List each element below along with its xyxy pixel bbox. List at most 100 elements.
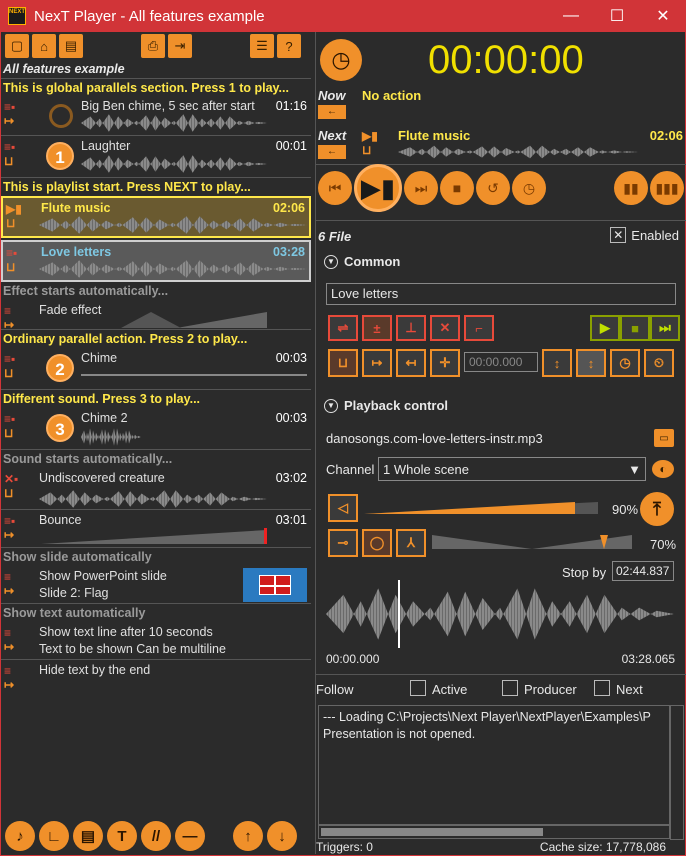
playlist-item-flute[interactable]: ▶▮ ⊔ Flute music 02:06 [1, 196, 311, 238]
playlist-item-creature[interactable]: ✕▪ ⊔ Undiscovered creature 03:02 [1, 468, 311, 510]
move-down-icon[interactable]: ↓ [267, 821, 297, 851]
item-duration: 00:03 [275, 351, 307, 365]
meters-icon[interactable]: ▮▮▮ [650, 171, 684, 205]
next-preview-icon[interactable]: ⏭ [650, 315, 680, 341]
rewind-icon[interactable]: ↺ [476, 171, 510, 205]
menu-icon[interactable]: ☰ [250, 34, 274, 58]
add-text-icon[interactable]: T [107, 821, 137, 851]
start-icon: ⊔ [6, 216, 16, 230]
clock-mode-icon[interactable]: ◷ [320, 39, 362, 81]
levels-icon[interactable]: ▮▮ [614, 171, 648, 205]
channel-select[interactable]: 1 Whole scene ▼ [378, 457, 646, 481]
follow-active-checkbox[interactable] [410, 680, 426, 696]
playlist-item-textline[interactable]: ≡ ↦ Show text line after 10 seconds Text … [1, 622, 311, 660]
trigger-mode-icon[interactable]: ⇌ [328, 315, 358, 341]
playlist-item-chime[interactable]: ≡▪ ⊔ 2 Chime 00:03 [1, 348, 311, 390]
save-icon[interactable]: ▤ [59, 34, 83, 58]
end-mode-icon[interactable]: ⌐ [464, 315, 494, 341]
delay-time-input[interactable]: 00:00.000 [464, 352, 538, 372]
playhead[interactable] [398, 580, 400, 648]
help-icon[interactable]: ? [277, 34, 301, 58]
start-left-icon[interactable]: ↤ [396, 349, 426, 377]
section-start: This is playlist start. Press NEXT to pl… [3, 180, 251, 194]
alarm-icon[interactable]: ⏲ [644, 349, 674, 377]
new-file-icon[interactable]: ▢ [5, 34, 29, 58]
follow-next-checkbox[interactable] [594, 680, 610, 696]
open-folder-icon[interactable]: ⌂ [32, 34, 56, 58]
main-waveform[interactable] [326, 588, 674, 640]
playlist-item-love-letters[interactable]: ≡▪ ⊔ Love letters 03:28 [1, 240, 311, 282]
fade-out-icon[interactable]: ⤒ [640, 492, 674, 526]
item-name: Hide text by the end [39, 663, 151, 677]
scroll-thumb[interactable] [321, 828, 543, 836]
trigger-icon: ≡▪ [4, 140, 16, 154]
next-back-button[interactable]: ← [318, 145, 346, 159]
start-icon: ⊔ [6, 260, 16, 274]
cross-mode-icon[interactable]: ✕ [430, 315, 460, 341]
split-mode-icon[interactable]: ⊥ [396, 315, 426, 341]
log-vertical-scrollbar[interactable] [670, 705, 684, 840]
close-button[interactable]: ✕ [640, 0, 686, 32]
playlist-item-fade[interactable]: ≡ ↦ Fade effect [1, 300, 311, 332]
section-different: Different sound. Press 3 to play... [3, 392, 201, 406]
pan-split-icon[interactable]: ⅄ [396, 529, 426, 557]
clock-icon[interactable]: ◷ [610, 349, 640, 377]
add-slide-icon[interactable]: ▤ [73, 821, 103, 851]
end-time: 03:28.065 [621, 652, 675, 666]
volume-fill [364, 502, 575, 514]
playlist-item-bounce[interactable]: ≡▪ ↦ Bounce 03:01 [1, 510, 311, 548]
minimize-button[interactable]: — [548, 0, 594, 32]
browse-file-icon[interactable]: ▭ [654, 429, 674, 447]
play-preview-icon[interactable]: ▶ [590, 315, 620, 341]
playlist-item-bigben[interactable]: ≡▪ ↦ Big Ben chime, 5 sec after start 01:… [1, 96, 311, 136]
sort-down-icon[interactable]: ↕ [576, 349, 606, 377]
timer-icon[interactable]: ◷ [512, 171, 546, 205]
play-icon[interactable]: ▶▮ [354, 164, 402, 212]
pan-percent: 70% [650, 537, 677, 552]
playlist-item-hidetext[interactable]: ≡ ↦ Hide text by the end [1, 660, 311, 700]
sort-up-icon[interactable]: ↕ [542, 349, 572, 377]
playlist-item-chime2[interactable]: ≡▪ ⊔ 3 Chime 2 00:03 [1, 408, 311, 450]
playlist-item-ppt[interactable]: ≡ ↦ Show PowerPoint slide Slide 2: Flag [1, 566, 311, 604]
common-header[interactable]: ▼ Common [324, 254, 400, 269]
move-up-icon[interactable]: ↑ [233, 821, 263, 851]
now-back-button[interactable]: ← [318, 105, 346, 119]
print-icon[interactable]: ⎙ [141, 34, 165, 58]
channel-settings-icon[interactable]: ◐ [652, 460, 674, 478]
stop-icon[interactable]: ■ [440, 171, 474, 205]
play-next-icon: ▶▮ ⊔ [362, 129, 378, 157]
pan-circle-icon[interactable]: ◯ [362, 529, 392, 557]
parallel-mode-icon[interactable]: ± [362, 315, 392, 341]
stop-preview-icon[interactable]: ■ [620, 315, 650, 341]
title-bar: NEXT NexT Player - All features example … [0, 0, 686, 32]
add-effect-icon[interactable]: ∟ [39, 821, 69, 851]
wait-icon[interactable]: ⊔ [328, 349, 358, 377]
item-name: Love letters [41, 245, 112, 259]
speaker-icon[interactable]: ◁ [328, 494, 358, 522]
next-value: Flute music [398, 128, 471, 143]
start-right-icon[interactable]: ↦ [362, 349, 392, 377]
stop-by-label: Stop by [562, 565, 607, 580]
volume-percent: 90% [612, 502, 639, 517]
hotkey-badge: 2 [46, 354, 74, 382]
start-icon: ↦ [4, 528, 15, 542]
enabled-checkbox[interactable]: ✕ [610, 227, 627, 243]
pan-center-icon[interactable]: ⊸ [328, 529, 358, 557]
start-both-icon[interactable]: ✛ [430, 349, 460, 377]
add-separator-icon[interactable]: — [175, 821, 205, 851]
item-name-field[interactable]: Love letters [326, 283, 676, 305]
maximize-button[interactable]: ☐ [594, 0, 640, 32]
stop-by-input[interactable]: 02:44.837 [612, 561, 674, 581]
previous-icon[interactable]: ⏮ [318, 171, 352, 205]
add-parallel-icon[interactable]: // [141, 821, 171, 851]
playlist-item-laughter[interactable]: ≡▪ ⊔ 1 Laughter 00:01 [1, 136, 311, 178]
follow-producer-checkbox[interactable] [502, 680, 518, 696]
item-name: Undiscovered creature [39, 471, 165, 485]
next-icon[interactable]: ⏭ [404, 171, 438, 205]
export-icon[interactable]: ⇥ [168, 34, 192, 58]
log-horizontal-scrollbar[interactable] [318, 825, 670, 839]
add-sound-icon[interactable]: ♪ [5, 821, 35, 851]
log-output[interactable]: --- Loading C:\Projects\Next Player\Next… [318, 705, 670, 825]
item-duration: 00:03 [275, 411, 307, 425]
playback-header[interactable]: ▼ Playback control [324, 398, 448, 413]
